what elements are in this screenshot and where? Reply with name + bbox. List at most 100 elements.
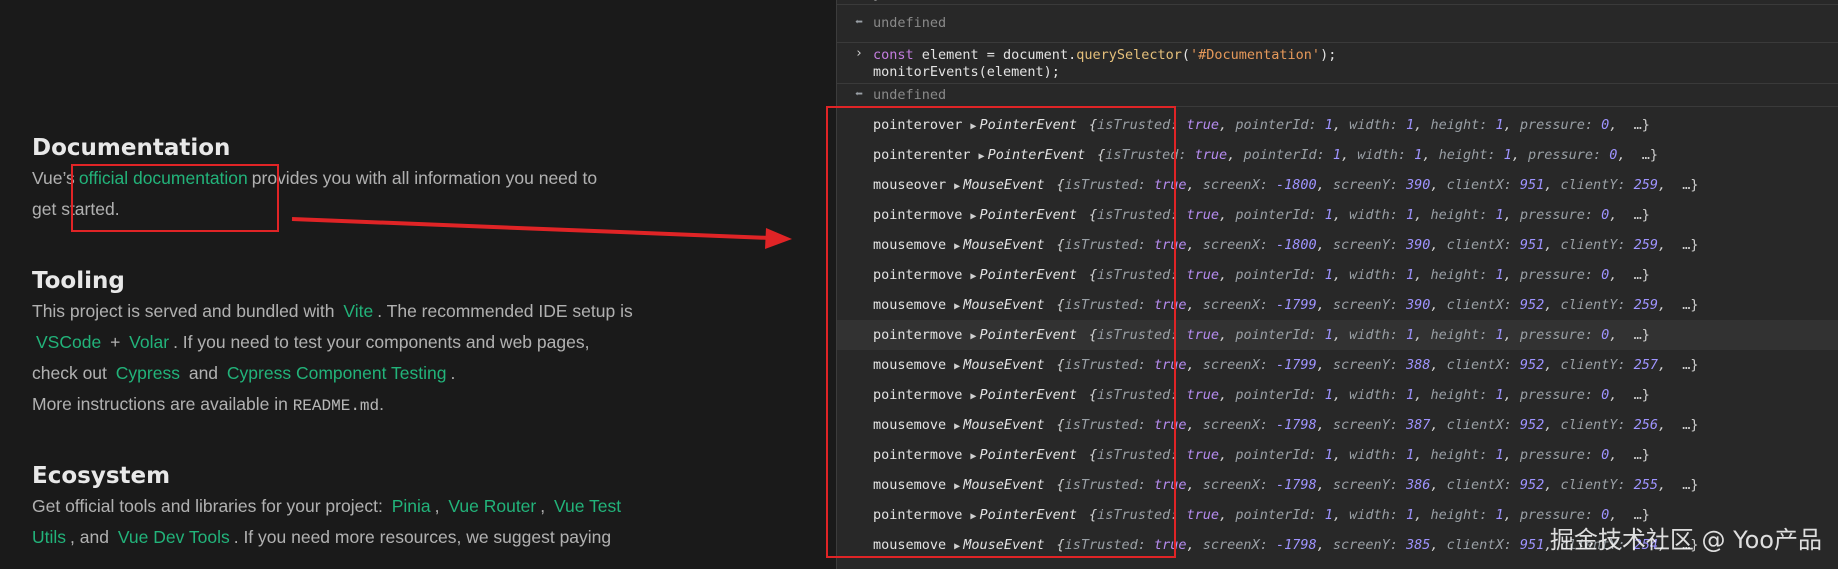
- prop-value: -1798: [1275, 477, 1317, 493]
- props-ellipsis: …}: [1682, 237, 1699, 253]
- prop-key: pressure:: [1519, 387, 1602, 403]
- props-ellipsis: …}: [1682, 297, 1699, 313]
- console-undefined-2: undefined: [873, 87, 947, 103]
- eco-text-2: , and: [70, 527, 109, 547]
- doc-text-post: provides you with all information you ne…: [251, 168, 598, 188]
- vue-test-link[interactable]: Vue Test: [550, 496, 625, 516]
- tool-text-3: . If you need to test your components an…: [173, 332, 590, 352]
- prop-value: 0: [1601, 267, 1610, 283]
- return-chevron-icon: ⬅: [855, 87, 863, 102]
- prop-value: 257: [1633, 357, 1659, 373]
- prop-key: clientX:: [1446, 477, 1520, 493]
- prop-value: 390: [1406, 237, 1431, 253]
- prop-value: 1: [1324, 117, 1333, 133]
- cypress-link[interactable]: Cypress: [112, 363, 184, 383]
- readme-code: README.md: [292, 397, 380, 415]
- prop-value: 1: [1495, 267, 1504, 283]
- prop-key: screenY:: [1332, 177, 1407, 193]
- tool-text-5: More instructions are available in: [32, 394, 288, 414]
- prop-key: pointerId:: [1235, 207, 1325, 223]
- prop-key: screenY:: [1332, 477, 1407, 493]
- prop-value: 1: [1324, 387, 1333, 403]
- vite-link[interactable]: Vite: [339, 301, 377, 321]
- prop-value: 0: [1601, 447, 1610, 463]
- prop-value: 0: [1609, 147, 1618, 163]
- tool-text-4: check out: [32, 363, 107, 383]
- prop-value: 1: [1495, 117, 1504, 133]
- cypress-component-testing-link[interactable]: Cypress Component Testing: [223, 363, 451, 383]
- highlight-box-link: [71, 164, 279, 232]
- prop-key: pointerId:: [1235, 387, 1325, 403]
- vscode-link[interactable]: VSCode: [32, 332, 105, 352]
- prop-key: pointerId:: [1235, 507, 1325, 523]
- props-ellipsis: …}: [1682, 357, 1699, 373]
- prop-key: screenX:: [1202, 477, 1276, 493]
- tool-text-2: . The recommended IDE setup is: [377, 301, 633, 321]
- props-ellipsis: …}: [1682, 477, 1699, 493]
- prop-key: height:: [1438, 147, 1504, 163]
- prop-key: clientX:: [1446, 357, 1520, 373]
- prop-key: screenY:: [1332, 297, 1407, 313]
- prop-key: clientX:: [1446, 177, 1520, 193]
- prop-key: width:: [1349, 387, 1407, 403]
- prop-value: 1: [1324, 207, 1333, 223]
- console-top-fragment: });: [873, 0, 897, 2]
- prop-key: screenX:: [1202, 297, 1276, 313]
- prop-key: height:: [1430, 267, 1496, 283]
- prop-key: width:: [1349, 447, 1407, 463]
- prop-key: screenY:: [1332, 537, 1407, 553]
- props-ellipsis: …}: [1641, 147, 1658, 163]
- console-result-row: ⬅ undefined: [837, 5, 1838, 43]
- prop-key: screenY:: [1332, 417, 1407, 433]
- vue-test-utils-link[interactable]: Utils: [32, 527, 70, 547]
- prop-value: 1: [1495, 447, 1504, 463]
- console-input-row[interactable]: › const element = document.querySelector…: [837, 43, 1838, 84]
- prop-value: 256: [1633, 417, 1659, 433]
- prop-value: 259: [1633, 237, 1659, 253]
- prop-key: height:: [1430, 117, 1496, 133]
- prop-value: -1798: [1275, 537, 1317, 553]
- prop-value: 255: [1633, 477, 1659, 493]
- prop-key: pressure:: [1519, 267, 1602, 283]
- prop-value: true: [1186, 207, 1220, 223]
- prop-value: 0: [1601, 207, 1610, 223]
- prop-key: width:: [1349, 207, 1407, 223]
- doc-text-pre: Vue’s: [32, 168, 75, 188]
- prop-key: clientY:: [1560, 417, 1634, 433]
- code-var: element = document.: [913, 47, 1077, 63]
- prop-key: screenX:: [1202, 357, 1276, 373]
- prop-key: pointerId:: [1243, 147, 1333, 163]
- prop-key: pressure:: [1528, 147, 1610, 163]
- documentation-heading: Documentation: [32, 135, 231, 161]
- prop-value: 1: [1406, 267, 1415, 283]
- watermark: 掘金技术社区 @ Yoo产品: [1549, 526, 1822, 554]
- prop-value: 952: [1519, 477, 1545, 493]
- prompt-chevron-icon: ›: [855, 46, 863, 61]
- prop-value: 951: [1519, 237, 1545, 253]
- prop-value: true: [1186, 387, 1220, 403]
- prop-value: 1: [1406, 447, 1415, 463]
- prop-value: true: [1186, 507, 1220, 523]
- vue-router-link[interactable]: Vue Router: [444, 496, 540, 516]
- vue-dev-tools-link[interactable]: Vue Dev Tools: [114, 527, 234, 547]
- prop-value: 387: [1406, 417, 1431, 433]
- tooling-text: This project is served and bundled with …: [32, 296, 672, 422]
- section-tooling: Tooling This project is served and bundl…: [32, 266, 672, 422]
- prop-value: 1: [1414, 147, 1423, 163]
- code-keyword: const: [873, 47, 914, 63]
- volar-link[interactable]: Volar: [125, 332, 173, 352]
- tool-and: and: [188, 363, 219, 383]
- prop-value: 0: [1601, 327, 1610, 343]
- prop-value: true: [1186, 447, 1220, 463]
- prop-key: width:: [1349, 507, 1407, 523]
- prop-value: 951: [1519, 177, 1545, 193]
- prop-value: -1799: [1275, 297, 1317, 313]
- console-input-line1: const element = document.querySelector('…: [873, 47, 1336, 63]
- prop-key: screenY:: [1332, 357, 1407, 373]
- prop-key: clientY:: [1560, 237, 1634, 253]
- prop-value: true: [1194, 147, 1228, 163]
- eco-text-1: Get official tools and libraries for you…: [32, 496, 383, 516]
- prop-key: pressure:: [1519, 207, 1602, 223]
- prop-value: 1: [1324, 447, 1333, 463]
- pinia-link[interactable]: Pinia: [388, 496, 435, 516]
